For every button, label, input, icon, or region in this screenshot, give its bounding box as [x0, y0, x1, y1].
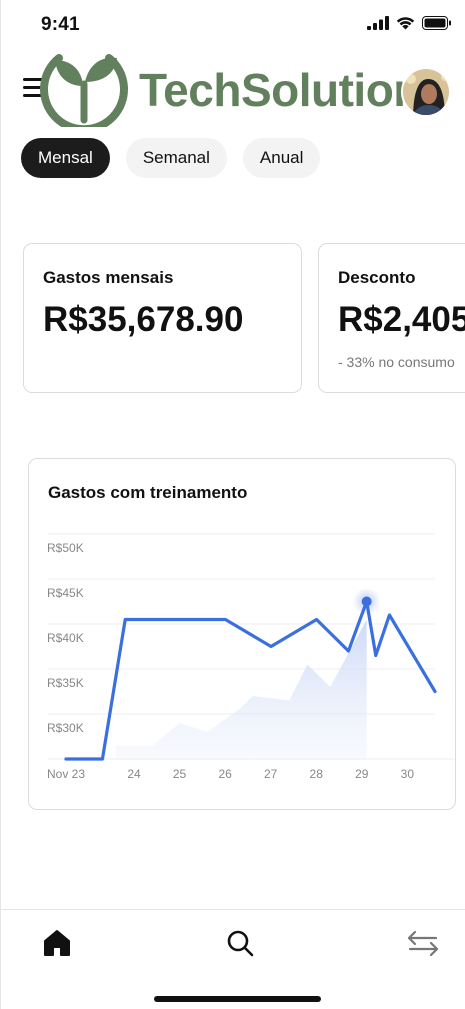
x-tick-label: 29 [355, 767, 369, 781]
monthly-expenses-card[interactable]: Gastos mensais R$35,678.90 [23, 243, 302, 393]
x-tick-label: 25 [173, 767, 187, 781]
wifi-icon [396, 17, 415, 30]
x-tick-label: 30 [401, 767, 415, 781]
signal-icon [367, 16, 389, 30]
x-tick-label: 26 [218, 767, 232, 781]
y-tick-label: R$30K [47, 721, 84, 735]
card-value: R$2,405 [338, 300, 465, 339]
card-title: Gastos mensais [43, 268, 174, 287]
highlight-point [361, 596, 372, 607]
leaf-logo-icon [40, 54, 128, 127]
y-tick-label: R$35K [47, 676, 84, 690]
nav-home[interactable] [42, 928, 74, 960]
x-tick-label: 24 [127, 767, 141, 781]
line-chart: R$50K R$45K R$40K R$35K R$30K Nov 23 24 25 26 27 2… [47, 533, 455, 781]
app-screen: 9:41 TechSolutions Mensal Semanal Anual … [0, 0, 465, 1009]
nav-search[interactable] [225, 928, 257, 960]
card-subtitle: - 33% no consumo [338, 354, 455, 370]
transfer-icon [407, 930, 439, 957]
card-title: Desconto [338, 268, 416, 287]
tab-mensal[interactable]: Mensal [21, 138, 110, 178]
x-tick-label: 28 [310, 767, 324, 781]
y-tick-label: R$45K [47, 586, 84, 600]
status-bar: 9:41 [1, 0, 465, 50]
status-time: 9:41 [41, 14, 80, 35]
status-icons [367, 16, 452, 30]
training-expenses-chart-card: Gastos com treinamento R$50K R$45K R$40K R$… [28, 458, 456, 810]
nav-transfer[interactable] [406, 928, 439, 960]
y-tick-label: R$50K [47, 541, 84, 555]
search-icon [227, 930, 254, 957]
tab-anual[interactable]: Anual [242, 138, 321, 178]
card-value: R$35,678.90 [43, 300, 244, 339]
home-icon [44, 930, 70, 956]
battery-icon [422, 16, 451, 30]
x-tick-label: Nov 23 [47, 767, 85, 781]
period-tabs: Mensal Semanal Anual [21, 138, 321, 178]
area-fill [116, 619, 367, 759]
home-indicator [154, 996, 321, 1002]
app-header: TechSolutions [1, 50, 465, 130]
y-tick-label: R$40K [47, 631, 84, 645]
logo-text: TechSolutions [139, 63, 447, 116]
logo: TechSolutions [39, 52, 447, 127]
avatar[interactable] [401, 67, 451, 117]
x-tick-label: 27 [264, 767, 278, 781]
bottom-nav [1, 909, 465, 1009]
tab-semanal[interactable]: Semanal [125, 138, 227, 178]
discount-card[interactable]: Desconto R$2,405 - 33% no consumo [318, 243, 465, 393]
